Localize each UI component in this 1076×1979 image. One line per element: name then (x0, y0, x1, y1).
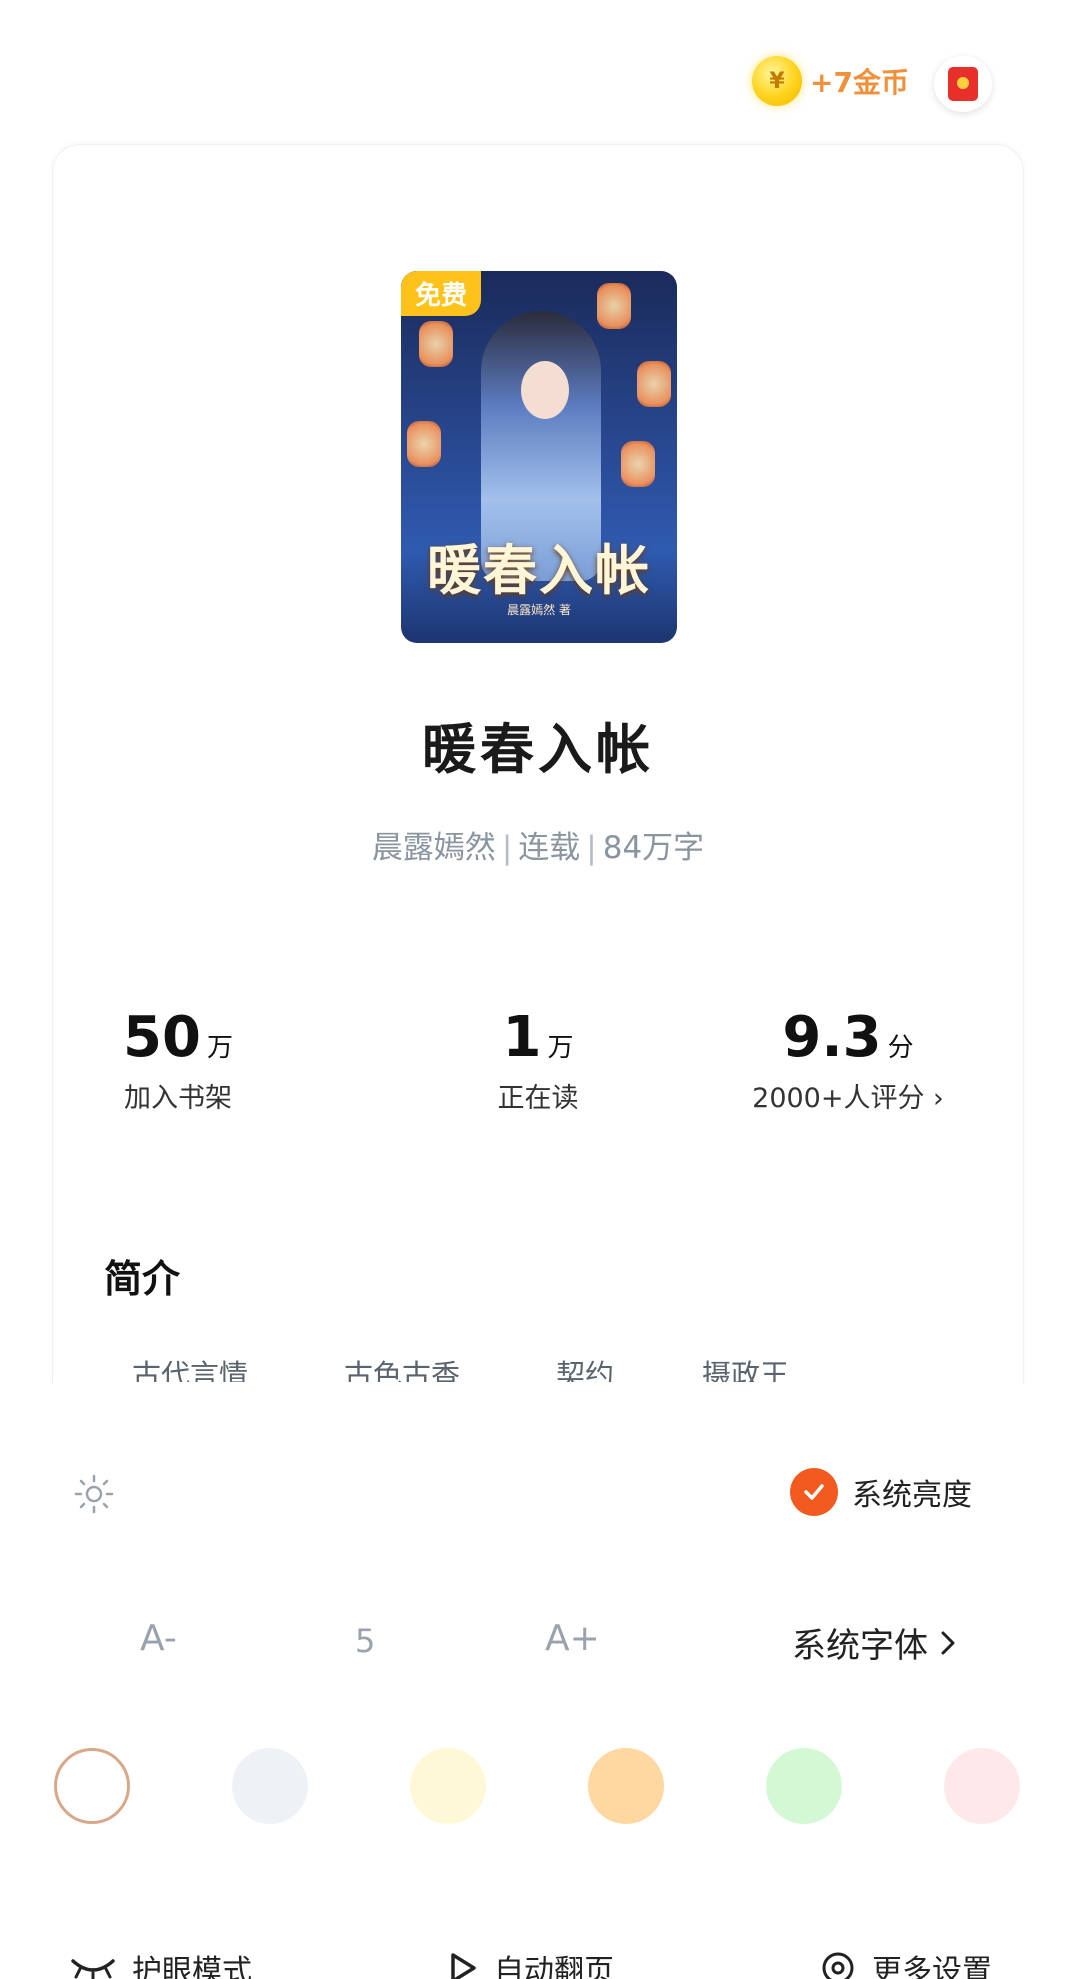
tag-item[interactable]: 摄政王 (702, 1352, 789, 1382)
settings-icon (822, 1952, 854, 1979)
system-brightness-toggle[interactable]: 系统亮度 (790, 1468, 972, 1516)
more-settings-label: 更多设置 (872, 1954, 992, 1979)
stat-label: 2000+人评分 › (752, 1083, 944, 1114)
font-decrease-button[interactable]: A- (140, 1618, 177, 1659)
coin-icon: ¥ (752, 56, 802, 106)
book-word-count: 84万字 (602, 830, 705, 866)
bg-color-swatch[interactable] (410, 1748, 486, 1824)
font-size-row: A- 5 A+ 系统字体 (0, 1618, 1076, 1668)
system-brightness-label: 系统亮度 (852, 1478, 972, 1513)
coin-reward[interactable]: ¥ +7金币 (752, 56, 909, 106)
stat-unit: 分 (887, 1033, 914, 1063)
stat-bookshelf: 50 万 加入书架 (88, 1005, 268, 1115)
cover-author: 晨露嫣然 著 (507, 603, 571, 617)
book-cover[interactable]: 免费 暖春入帐 晨露嫣然 著 (401, 271, 677, 643)
tag-item[interactable]: 古代言情 (132, 1352, 248, 1382)
bg-color-swatch[interactable] (766, 1748, 842, 1824)
bg-color-swatch[interactable] (944, 1748, 1020, 1824)
stat-unit: 万 (206, 1033, 233, 1063)
eye-care-label: 护眼模式 (132, 1954, 252, 1979)
check-icon (790, 1468, 838, 1516)
red-envelope-button[interactable] (934, 56, 992, 112)
lantern-decoration (597, 283, 631, 329)
bg-color-swatch[interactable] (232, 1748, 308, 1824)
cover-face (521, 361, 569, 419)
lantern-decoration (637, 361, 671, 407)
book-title: 暖春入帐 (422, 718, 654, 781)
stat-rating[interactable]: 9.3 分 2000+人评分 › (738, 1005, 958, 1115)
lantern-decoration (419, 321, 453, 367)
stat-num: 9.3 (782, 1005, 882, 1070)
tag-item[interactable]: 契约 (556, 1352, 614, 1382)
tag-list: 古代言情 古色古香 契约 摄政王 (0, 1352, 1076, 1382)
book-meta: 晨露嫣然 | 连载 | 84万字 (371, 830, 705, 866)
eye-care-button[interactable]: 护眼模式 (70, 1946, 252, 1979)
brightness-icon (74, 1474, 114, 1514)
bg-color-swatch[interactable] (588, 1748, 664, 1824)
system-font-label: 系统字体 (792, 1626, 928, 1666)
auto-page-label: 自动翻页 (494, 1954, 614, 1979)
eye-closed-icon (71, 1959, 115, 1979)
lantern-decoration (407, 421, 441, 467)
free-badge: 免费 (401, 271, 482, 316)
stat-num: 1 (502, 1005, 542, 1070)
bg-color-swatch[interactable] (54, 1748, 130, 1824)
book-author[interactable]: 晨露嫣然 (372, 830, 496, 866)
tag-item[interactable]: 古色古香 (344, 1352, 460, 1382)
auto-page-button[interactable]: 自动翻页 (448, 1946, 614, 1979)
stat-reading: 1万 正在读 (448, 1005, 628, 1115)
red-envelope-icon (948, 67, 978, 101)
stat-unit: 万 (547, 1033, 574, 1063)
book-status: 连载 (518, 830, 581, 866)
font-increase-button[interactable]: A+ (545, 1618, 600, 1659)
lantern-decoration (621, 441, 655, 487)
intro-heading: 简介 (104, 1257, 181, 1301)
bottom-action-bar: 护眼模式 自动翻页 更多设置 (0, 1940, 1076, 1979)
chevron-right-icon (941, 1631, 955, 1654)
coin-reward-text: +7金币 (810, 66, 909, 99)
more-settings-button[interactable]: 更多设置 (820, 1946, 992, 1979)
stat-label: 加入书架 (124, 1083, 232, 1114)
stat-label: 正在读 (497, 1083, 579, 1114)
play-icon (451, 1953, 476, 1979)
font-size-value: 5 (355, 1622, 376, 1660)
cover-title: 暖春入帐 (427, 538, 651, 602)
stat-num: 50 (123, 1005, 201, 1070)
system-font-button[interactable]: 系统字体 (792, 1618, 956, 1667)
